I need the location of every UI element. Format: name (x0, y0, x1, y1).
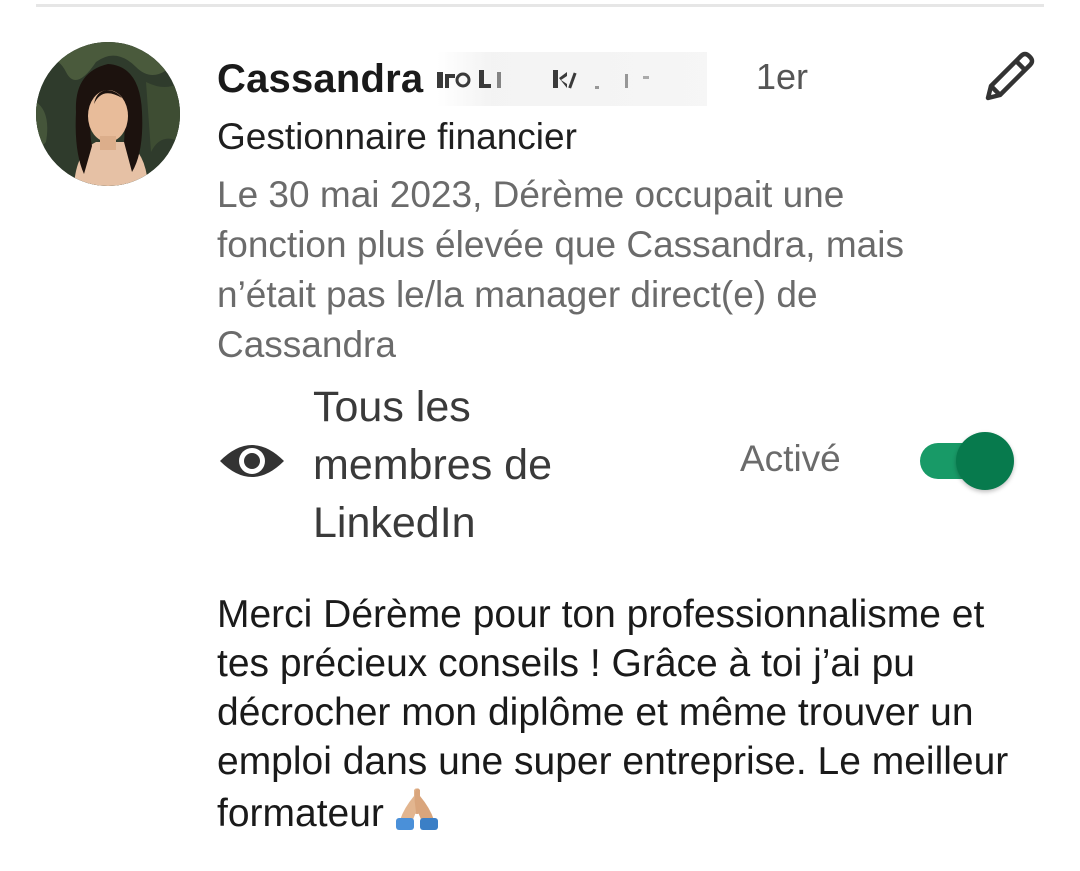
recommendation-body: Merci Dérème pour ton professionnalisme … (217, 593, 1009, 835)
connection-degree: 1er (756, 56, 809, 97)
edit-button[interactable] (972, 44, 1044, 112)
recommendation-text: Merci Dérème pour ton professionnalisme … (217, 590, 1047, 844)
profile-headline: Gestionnaire financier (217, 116, 577, 157)
redacted-surname (437, 52, 708, 106)
folded-hands-icon (392, 786, 442, 844)
relationship-text: Le 30 mai 2023, Dérème occupait une fonc… (217, 174, 904, 365)
pencil-icon (985, 51, 1035, 101)
visibility-label: Tous les membres de LinkedIn (313, 383, 552, 547)
visibility-status: Activé (740, 438, 841, 479)
toggle-thumb (956, 432, 1014, 490)
avatar-photo (36, 42, 180, 186)
eye-icon (218, 437, 286, 485)
avatar[interactable] (36, 42, 180, 186)
profile-name[interactable]: Cassandra (217, 57, 423, 102)
visibility-toggle[interactable] (918, 432, 1016, 490)
name-row: Cassandra (217, 52, 708, 106)
top-divider (36, 4, 1044, 7)
